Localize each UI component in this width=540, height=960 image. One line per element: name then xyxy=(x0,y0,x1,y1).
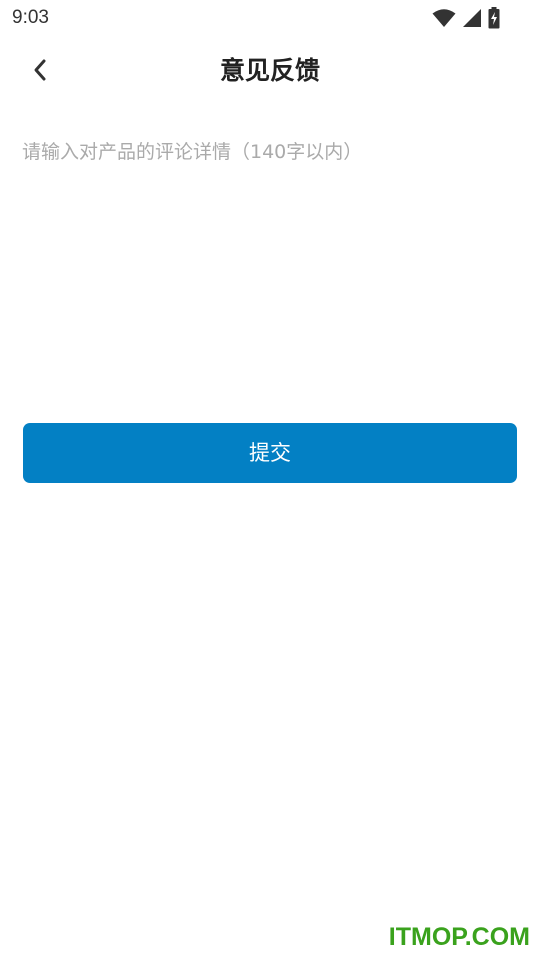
page-title: 意见反馈 xyxy=(219,56,320,85)
feedback-input[interactable] xyxy=(22,136,518,386)
battery-charging-icon xyxy=(488,7,500,29)
cellular-signal-icon xyxy=(462,8,482,28)
back-button[interactable] xyxy=(22,54,58,90)
status-time: 9:03 xyxy=(12,7,49,28)
wifi-icon xyxy=(432,8,456,28)
status-icons xyxy=(432,7,500,29)
status-bar: 9:03 xyxy=(0,0,540,36)
chevron-left-icon xyxy=(32,58,48,86)
app-header: 意见反馈 xyxy=(0,40,540,102)
feedback-screen: 9:03 意见反馈 请输入对产品的评论详情（140字以内） 提交 ITMOP.C… xyxy=(0,0,540,960)
submit-button[interactable]: 提交 xyxy=(23,423,517,483)
feedback-area xyxy=(0,126,540,396)
site-watermark: ITMOP.COM xyxy=(388,923,530,951)
